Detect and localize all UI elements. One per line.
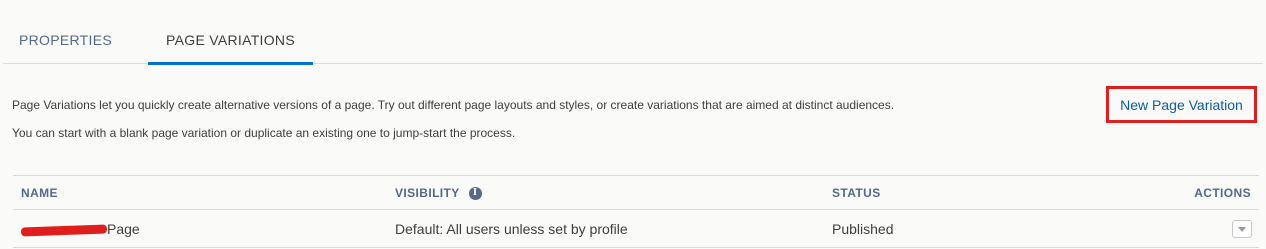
column-header-visibility-label: VISIBILITY: [395, 186, 460, 200]
variation-status-cell: Published: [832, 221, 894, 237]
table-row: Page Default: All users unless set by pr…: [13, 210, 1259, 248]
table-body: Page Default: All users unless set by pr…: [13, 210, 1259, 248]
variations-table: NAME VISIBILITY i STATUS ACTIONS Page De…: [13, 175, 1259, 248]
tab-properties[interactable]: PROPERTIES: [19, 0, 112, 64]
info-icon[interactable]: i: [468, 186, 482, 200]
column-header-visibility: VISIBILITY i: [395, 176, 482, 210]
variation-name-cell[interactable]: Page: [20, 210, 140, 248]
page-variations-panel: PROPERTIES PAGE VARIATIONS Page Variatio…: [0, 0, 1266, 249]
table-header: NAME VISIBILITY i STATUS ACTIONS: [13, 176, 1259, 210]
description-text: Page Variations let you quickly create a…: [12, 98, 895, 112]
column-header-name[interactable]: NAME: [21, 176, 58, 210]
tab-bar: PROPERTIES PAGE VARIATIONS: [3, 0, 1263, 65]
row-actions-dropdown[interactable]: [1232, 220, 1252, 238]
column-header-actions: ACTIONS: [1194, 186, 1251, 200]
column-header-status: STATUS: [832, 186, 881, 200]
new-page-variation-button[interactable]: New Page Variation: [1106, 86, 1257, 123]
variation-name-text: Page: [107, 221, 140, 237]
variation-visibility-cell: Default: All users unless set by profile: [395, 221, 628, 237]
chevron-down-icon: [1238, 226, 1246, 232]
redaction-mark: [20, 224, 108, 237]
tab-page-variations[interactable]: PAGE VARIATIONS: [148, 0, 313, 65]
description-subtext: You can start with a blank page variatio…: [12, 126, 516, 140]
